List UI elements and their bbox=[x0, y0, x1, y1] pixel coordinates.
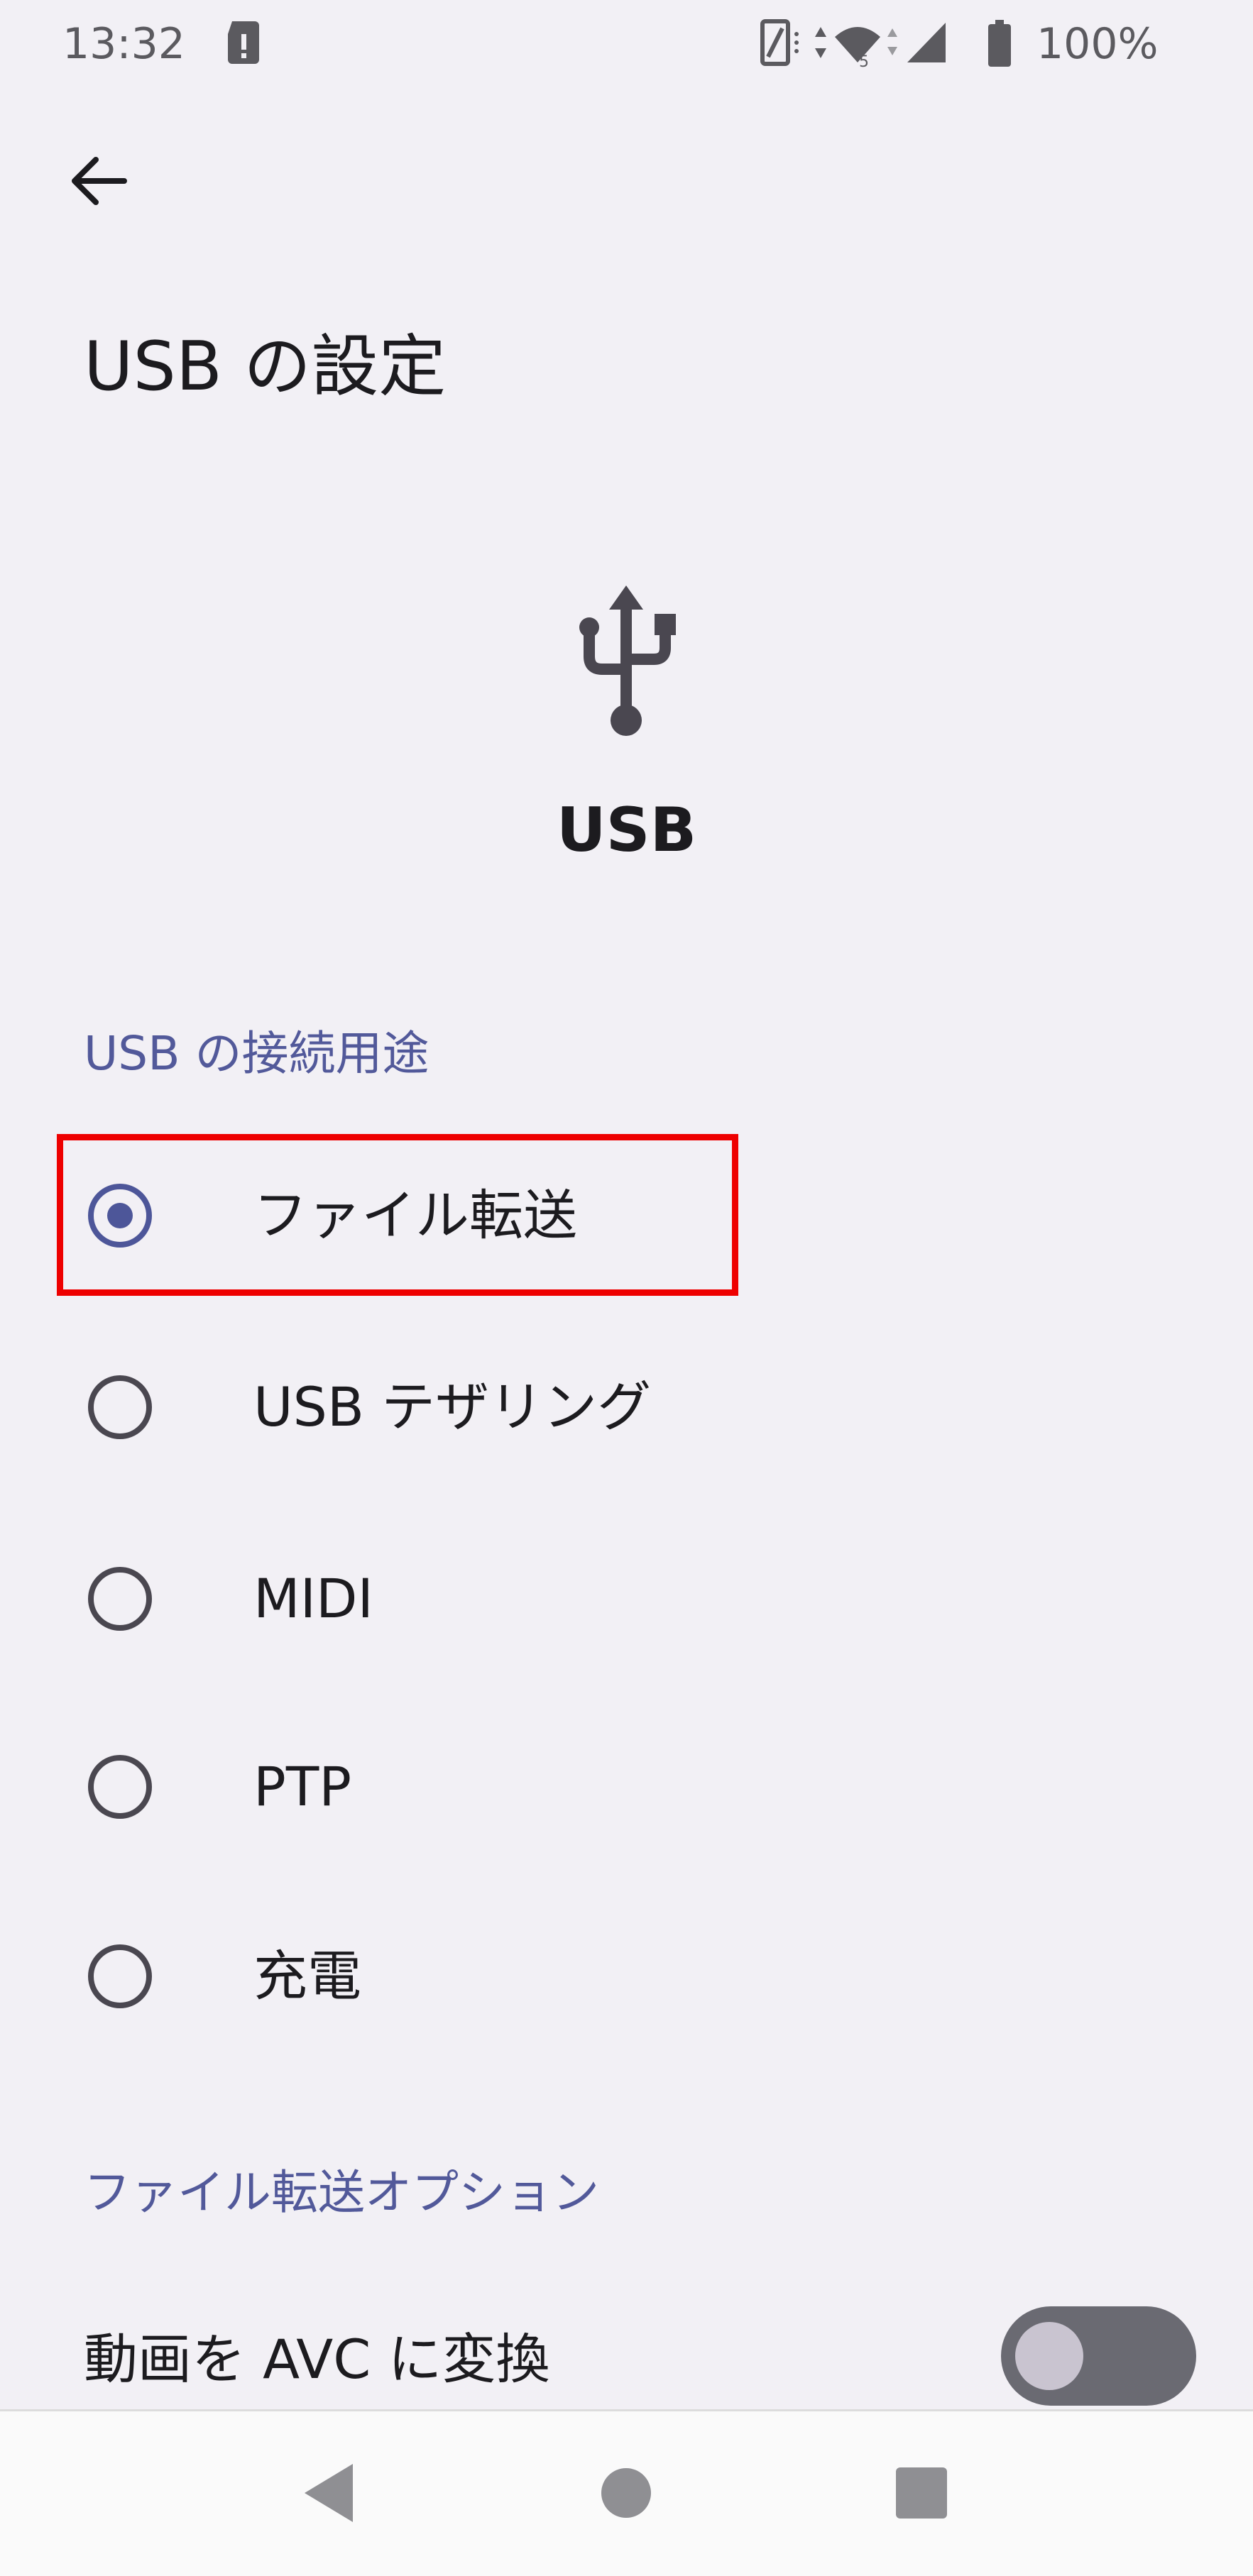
signal-arrows-icon bbox=[887, 28, 897, 55]
toggle-thumb bbox=[1015, 2322, 1083, 2390]
nav-recents-button[interactable] bbox=[882, 2454, 961, 2532]
radio-label: USB テザリング bbox=[253, 1375, 652, 1438]
radio-label: MIDI bbox=[253, 1567, 373, 1630]
radio-option-midi[interactable]: MIDI bbox=[0, 1503, 1253, 1695]
nav-back-triangle-icon bbox=[305, 2464, 353, 2522]
radio-button[interactable] bbox=[88, 1375, 152, 1439]
sd-card-alert-icon bbox=[228, 21, 259, 64]
section-header-file-transfer-options: ファイル転送オプション bbox=[84, 2165, 599, 2220]
nav-home-circle-icon bbox=[601, 2468, 651, 2518]
nfc-icon bbox=[760, 19, 799, 66]
page-title: USB の設定 bbox=[84, 328, 447, 406]
signal-icon bbox=[907, 23, 946, 62]
nav-back-button[interactable] bbox=[291, 2454, 369, 2532]
usb-hero-label: USB bbox=[556, 795, 697, 866]
radio-option-usb-tethering[interactable]: USB テザリング bbox=[0, 1311, 1253, 1503]
battery-icon bbox=[988, 20, 1011, 67]
section-header-usb-purpose: USB の接続用途 bbox=[84, 1026, 429, 1081]
wifi-icon: 5 bbox=[835, 27, 880, 71]
nav-recents-square-icon bbox=[896, 2467, 947, 2519]
nav-home-button[interactable] bbox=[587, 2454, 665, 2532]
data-arrows-icon bbox=[815, 27, 826, 58]
battery-percentage: 100% bbox=[1036, 19, 1159, 69]
highlight-box bbox=[57, 1134, 738, 1296]
convert-video-avc-row[interactable]: 動画を AVC に変換 bbox=[0, 2299, 1253, 2420]
svg-text:5: 5 bbox=[859, 53, 869, 71]
radio-option-ptp[interactable]: PTP bbox=[0, 1691, 1253, 1883]
radio-button[interactable] bbox=[88, 1944, 152, 2008]
radio-button[interactable] bbox=[88, 1755, 152, 1819]
arrow-back-icon bbox=[72, 157, 127, 205]
radio-label: 充電 bbox=[253, 1944, 361, 2008]
status-time: 13:32 bbox=[62, 19, 185, 69]
navigation-bar bbox=[0, 2409, 1253, 2576]
radio-option-charging[interactable]: 充電 bbox=[0, 1881, 1253, 2072]
convert-video-avc-label: 動画を AVC に変換 bbox=[84, 2328, 550, 2391]
convert-video-avc-toggle[interactable] bbox=[1001, 2306, 1196, 2406]
status-bar: 13:32 5 100% bbox=[0, 0, 1253, 89]
usb-icon bbox=[579, 585, 676, 736]
back-button[interactable] bbox=[50, 138, 149, 224]
radio-button[interactable] bbox=[88, 1567, 152, 1631]
radio-label: PTP bbox=[253, 1755, 352, 1818]
status-icons-group: 5 bbox=[760, 19, 1011, 71]
